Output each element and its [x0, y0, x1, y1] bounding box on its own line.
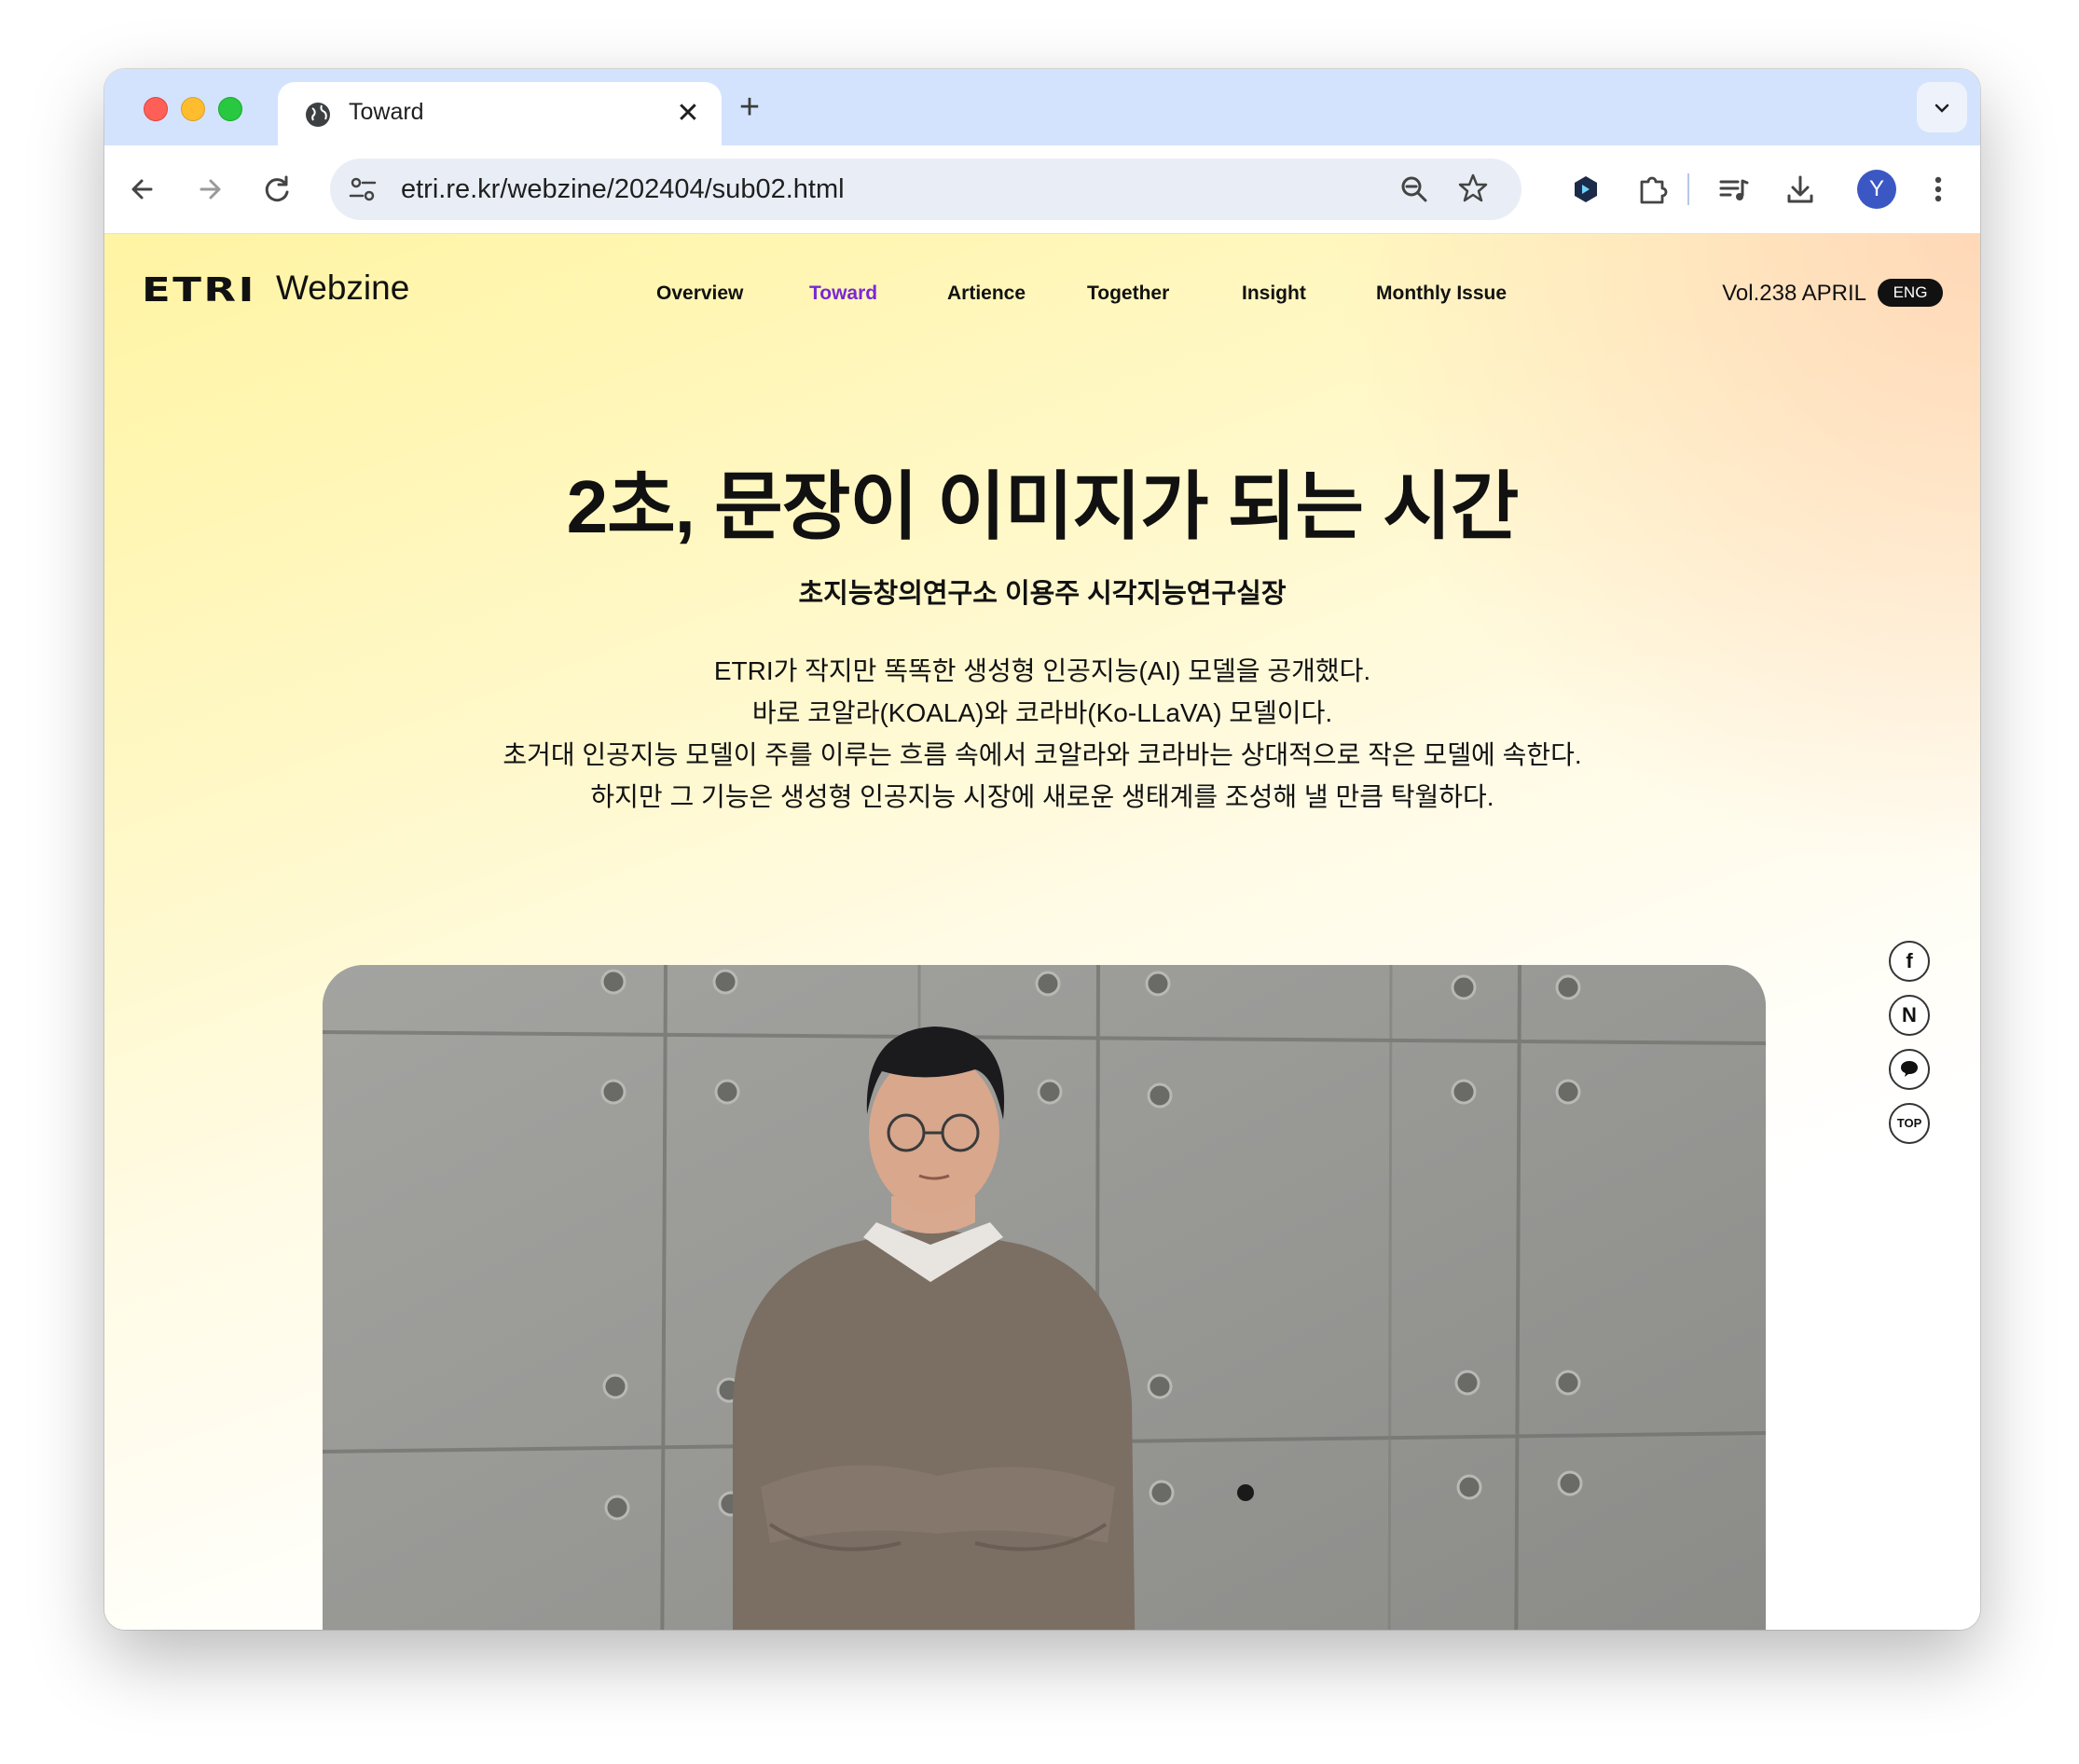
tab-close-icon[interactable]: ✕: [671, 97, 705, 131]
active-tab[interactable]: Toward ✕: [278, 82, 722, 145]
new-tab-button[interactable]: +: [731, 90, 768, 127]
extension-shield-icon[interactable]: [1566, 170, 1605, 209]
article-lead: ETRI가 작지만 똑똑한 생성형 인공지능(AI) 모델을 공개했다. 바로 …: [104, 650, 1980, 818]
article-byline: 초지능창의연구소 이용주 시각지능연구실장: [798, 579, 1287, 609]
profile-avatar[interactable]: Y: [1857, 170, 1896, 209]
media-controls-icon[interactable]: [1714, 170, 1753, 209]
chat-bubble-icon: [1901, 1061, 1918, 1078]
nav-monthly-issue[interactable]: Monthly Issue: [1376, 283, 1507, 305]
browser-toolbar: etri.re.kr/webzine/202404/sub02.html Y: [104, 145, 1980, 234]
tab-title: Toward: [349, 99, 424, 125]
nav-overview[interactable]: Overview: [656, 283, 743, 305]
globe-icon: [306, 103, 330, 127]
naver-share-button[interactable]: N: [1889, 995, 1930, 1036]
volume-label: Vol.238 APRIL: [1722, 281, 1866, 306]
webpage: ETRI Webzine Overview Toward Artience To…: [104, 234, 1980, 1630]
lead-line: 하지만 그 기능은 생성형 인공지능 시장에 새로운 생태계를 조성해 낼 만큼…: [590, 782, 1494, 811]
hero-photo: [323, 965, 1766, 1630]
lead-line: 바로 코알라(KOALA)와 코라바(Ko-LLaVA) 모델이다.: [751, 698, 1333, 727]
toolbar-divider: [1687, 173, 1689, 205]
bookmark-star-icon[interactable]: [1456, 172, 1490, 205]
url-text[interactable]: etri.re.kr/webzine/202404/sub02.html: [401, 174, 845, 205]
site-settings-icon[interactable]: [347, 173, 379, 205]
article-title: 2초, 문장이 이미지가 되는 시간: [566, 465, 1520, 548]
logo-product: Webzine: [276, 269, 410, 307]
language-toggle[interactable]: ENG: [1878, 279, 1943, 307]
lead-line: ETRI가 작지만 똑똑한 생성형 인공지능(AI) 모델을 공개했다.: [713, 656, 1371, 685]
back-arrow-icon[interactable]: [123, 170, 162, 209]
logo-brand: ETRI: [142, 271, 256, 310]
more-menu-icon[interactable]: [1919, 170, 1958, 209]
extensions-puzzle-icon[interactable]: [1633, 170, 1673, 209]
researcher-portrait-image: [323, 965, 1766, 1630]
zoom-icon[interactable]: [1398, 173, 1430, 205]
minimize-window-button[interactable]: [181, 97, 205, 121]
download-icon[interactable]: [1781, 170, 1820, 209]
browser-window: Toward ✕ + etri.re.kr/webzine/202404/sub…: [104, 69, 1980, 1630]
nav-together[interactable]: Together: [1087, 283, 1169, 305]
address-bar[interactable]: etri.re.kr/webzine/202404/sub02.html: [330, 158, 1521, 220]
scroll-top-button[interactable]: TOP: [1889, 1103, 1930, 1144]
nav-toward[interactable]: Toward: [809, 283, 877, 305]
site-logo[interactable]: ETRI Webzine: [142, 269, 409, 310]
facebook-share-button[interactable]: f: [1889, 941, 1930, 982]
reload-icon[interactable]: [257, 170, 296, 209]
chevron-down-icon: [1934, 103, 1949, 113]
lead-line: 초거대 인공지능 모델이 주를 이루는 흐름 속에서 코알라와 코라바는 상대적…: [503, 740, 1582, 769]
maximize-window-button[interactable]: [218, 97, 242, 121]
forward-arrow-icon[interactable]: [190, 170, 229, 209]
tab-strip: Toward ✕ +: [104, 69, 1980, 145]
nav-insight[interactable]: Insight: [1242, 283, 1306, 305]
close-window-button[interactable]: [144, 97, 168, 121]
kakao-share-button[interactable]: [1889, 1049, 1930, 1090]
tab-search-button[interactable]: [1917, 82, 1967, 132]
nav-artience[interactable]: Artience: [947, 283, 1026, 305]
